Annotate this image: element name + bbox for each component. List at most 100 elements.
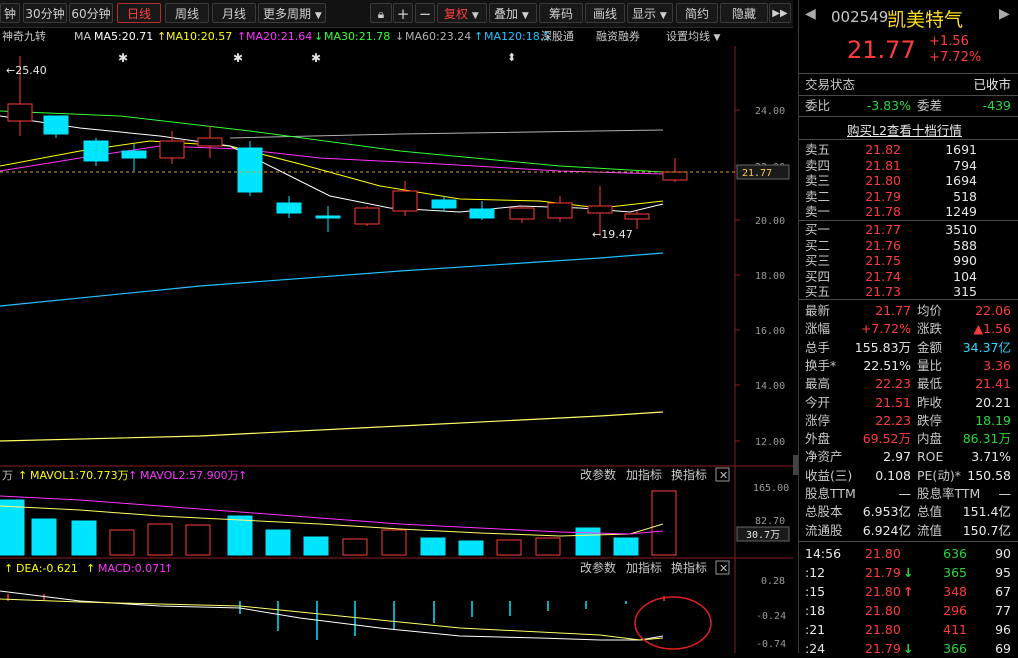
ask-row[interactable]: 卖五 21.82 1691 [803, 142, 1013, 158]
ma-settings-label: 设置均线 [666, 30, 710, 43]
volume-bar[interactable] [71, 520, 97, 556]
candle[interactable] [121, 150, 147, 159]
macd-switch-indicator-button[interactable]: 换指标 [671, 560, 707, 575]
volume-bar[interactable] [342, 538, 368, 556]
candle[interactable] [354, 207, 380, 225]
volume-bar[interactable] [535, 537, 561, 556]
weibi-value: -3.83% [866, 98, 911, 113]
stat-value: 3.71% [971, 449, 1011, 465]
volume-params-button[interactable]: 改参数 [580, 467, 616, 482]
volume-bar[interactable] [496, 539, 522, 556]
tick-price: 21.80 [865, 584, 901, 599]
stat-value: 22.23 [875, 412, 911, 428]
stat-label: 外盘 [805, 431, 831, 447]
candle[interactable] [469, 208, 495, 219]
macd-params-button[interactable]: 改参数 [580, 560, 616, 575]
margin-trading-link[interactable]: 融资融券 [596, 29, 640, 45]
ask-row[interactable]: 卖四 21.81 794 [803, 158, 1013, 174]
bid-book: 买一 21.77 3510 买二 21.76 588 买三 21.75 990 买四 21.74 10… [799, 222, 1018, 314]
hide-button[interactable]: 隐藏 [720, 3, 768, 23]
stat-value: 34.37亿 [962, 339, 1011, 355]
bid-row[interactable]: 买四 21.74 104 [803, 269, 1013, 285]
period-tab-60min[interactable]: 60分钟 [69, 3, 113, 23]
bid-price: 21.76 [865, 237, 901, 253]
next-stock-icon[interactable]: ▶ [999, 6, 1010, 22]
period-tab-monthly[interactable]: 月线 [212, 3, 256, 23]
bid-label: 买四 [805, 268, 831, 284]
candle[interactable] [197, 137, 223, 147]
volume-switch-indicator-button[interactable]: 换指标 [671, 467, 707, 482]
kline-chart[interactable]: 24.0022.0020.0018.0016.0014.0012.00 21.7… [0, 46, 793, 653]
display-dropdown[interactable]: 显示 ▼ [627, 3, 673, 23]
candle[interactable] [237, 147, 263, 193]
volume-bar[interactable] [227, 515, 253, 556]
buy-l2-link[interactable]: 购买L2查看十档行情 [847, 120, 962, 139]
ask-row[interactable]: 卖一 21.78 1249 [803, 204, 1013, 220]
candle[interactable] [662, 171, 688, 181]
dropdown-icon: ▼ [314, 11, 322, 21]
volume-bar[interactable] [613, 537, 639, 556]
candle[interactable] [315, 215, 341, 219]
candle[interactable] [83, 140, 109, 162]
simple-mode-button[interactable]: 简约 [676, 3, 718, 23]
volume-bar[interactable] [420, 537, 446, 556]
period-tab-30min[interactable]: 30分钟 [23, 3, 67, 23]
candle[interactable] [43, 115, 69, 135]
shenzhen-connect-link[interactable]: 深股通 [541, 29, 574, 45]
ask-row[interactable]: 卖二 21.79 518 [803, 189, 1013, 205]
volume-bar[interactable] [109, 529, 135, 556]
lock-icon[interactable]: 🔒︎ [370, 3, 392, 23]
volume-bar[interactable] [303, 536, 329, 556]
volume-bar[interactable] [0, 499, 25, 556]
period-tab-weekly[interactable]: 周线 [165, 3, 209, 23]
stat-label: 今开 [805, 394, 831, 410]
bid-row[interactable]: 买一 21.77 3510 [803, 222, 1013, 238]
prev-stock-icon[interactable]: ◀ [805, 6, 816, 22]
draw-line-button[interactable]: 画线 [585, 3, 625, 23]
macd-add-indicator-button[interactable]: 加指标 [626, 560, 662, 575]
bid-price: 21.77 [865, 222, 901, 237]
ask-row[interactable]: 卖三 21.80 1694 [803, 173, 1013, 189]
volume-bar[interactable] [381, 529, 407, 556]
plus-icon[interactable]: + [393, 3, 413, 23]
adjust-dropdown[interactable]: 复权 ▼ [437, 3, 487, 23]
tick-volume: 636 [943, 546, 967, 561]
double-chevron-right-icon[interactable]: ▶▶ [769, 3, 791, 23]
candle[interactable] [392, 190, 418, 212]
ma60-down-icon: ↓ [395, 30, 405, 43]
candle[interactable] [431, 199, 457, 209]
volume-bar[interactable] [185, 524, 211, 556]
minus-icon[interactable]: − [415, 3, 435, 23]
indicator-nine-turn[interactable]: 神奇九转 [2, 29, 46, 45]
trade-status-row: 交易状态 已收市 [803, 76, 1013, 94]
volume-bar[interactable] [265, 529, 291, 556]
candle[interactable] [276, 202, 302, 214]
volume-bar[interactable] [458, 540, 484, 556]
period-tab-daily[interactable]: 日线 [117, 3, 161, 23]
more-periods-dropdown[interactable]: 更多周期 ▼ [258, 3, 326, 23]
candle[interactable] [159, 140, 185, 159]
candle[interactable] [624, 213, 650, 220]
volume-bar[interactable] [147, 523, 173, 556]
bid-row[interactable]: 买二 21.76 588 [803, 238, 1013, 254]
star-marker-icon: ✱ [233, 51, 243, 65]
candle[interactable] [547, 202, 573, 219]
bid-row[interactable]: 买三 21.75 990 [803, 253, 1013, 269]
ask-volume: 1691 [945, 142, 977, 157]
overlay-dropdown[interactable]: 叠加 ▼ [489, 3, 537, 23]
dropdown-icon: ▼ [521, 11, 529, 21]
high-price-label: ←25.40 [6, 64, 47, 77]
chip-button[interactable]: 筹码 [539, 3, 583, 23]
ma-settings-dropdown[interactable]: 设置均线 ▼ [666, 29, 720, 46]
period-tab-minute[interactable]: 钟 [0, 3, 20, 23]
volume-bar[interactable] [575, 527, 601, 556]
weibi-label: 委比 [805, 98, 831, 113]
stat-value: 151.4亿 [962, 504, 1011, 520]
bid-row[interactable]: 买五 21.73 315 [803, 284, 1013, 300]
volume-add-indicator-button[interactable]: 加指标 [626, 467, 662, 482]
candle[interactable] [7, 103, 33, 122]
volume-bar[interactable] [651, 490, 677, 556]
volume-bar[interactable] [31, 518, 57, 556]
candle[interactable] [509, 207, 535, 220]
candle[interactable] [587, 205, 613, 214]
